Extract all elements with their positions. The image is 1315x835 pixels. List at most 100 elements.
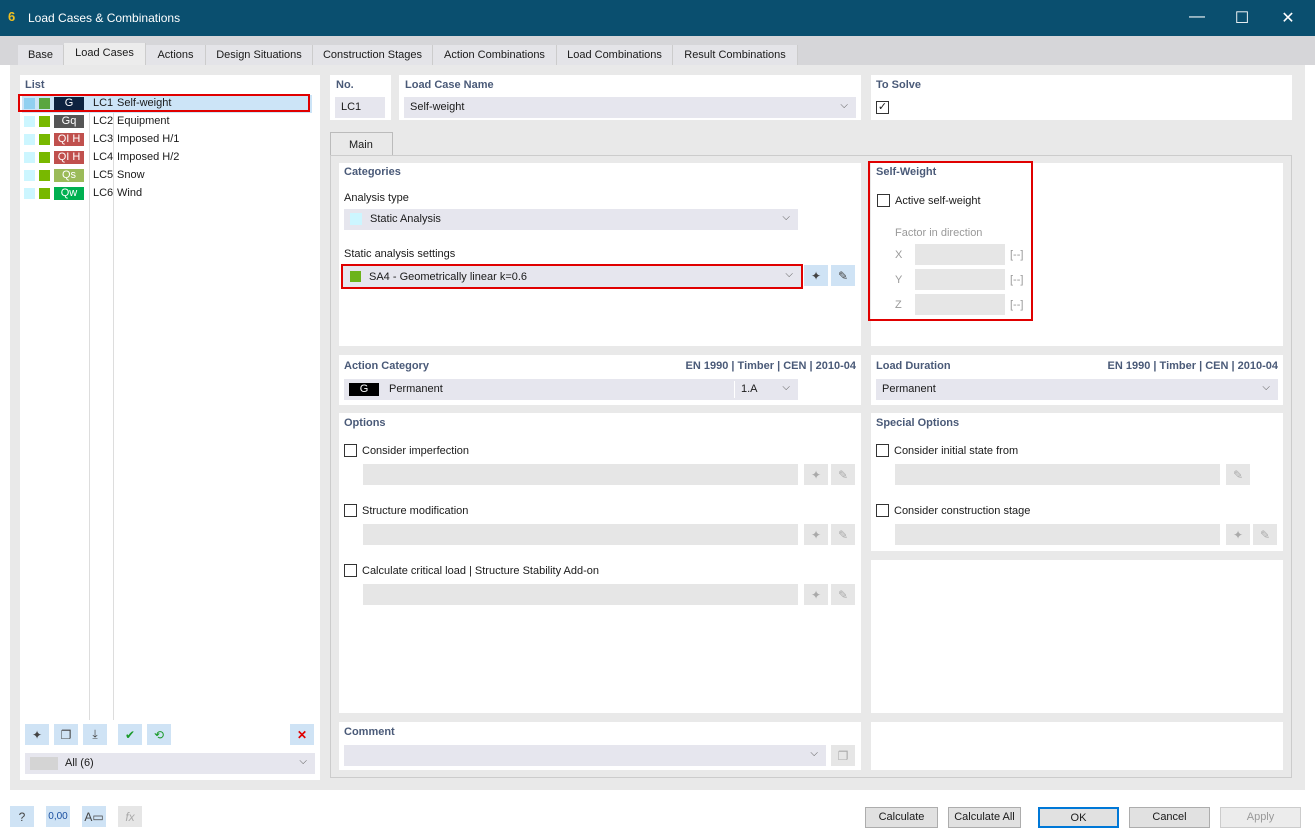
list-item[interactable]: Qw LC6 Wind — [22, 185, 312, 203]
tab-strip: Base Load Cases Actions Design Situation… — [0, 36, 1315, 65]
ok-button[interactable]: OK — [1038, 807, 1119, 828]
chevron-down-icon: ⌵ — [810, 748, 818, 759]
static-settings-label: Static analysis settings — [344, 248, 456, 260]
initial-state-field[interactable] — [895, 464, 1220, 485]
list-filter-dropdown[interactable]: All (6) ⌵ — [25, 753, 315, 774]
list-item[interactable]: QI H LC3 Imposed H/1 — [22, 131, 312, 149]
imperfection-field[interactable] — [363, 464, 798, 485]
construction-stage-field[interactable] — [895, 524, 1220, 545]
factor-z-input[interactable] — [915, 294, 1005, 315]
close-button[interactable]: ✕ — [1273, 8, 1303, 28]
color-swatch — [24, 152, 35, 163]
load-duration-dropdown[interactable]: Permanent ⌵ — [876, 379, 1278, 400]
number-field[interactable]: LC1 — [335, 97, 385, 118]
bottom-toolbar: ? 0,00 A▭ fx — [10, 806, 142, 827]
tab-action-combinations[interactable]: Action Combinations — [433, 45, 557, 65]
action-category-dropdown[interactable]: G Permanent 1.A ⌵ — [344, 379, 798, 400]
delete-icon[interactable]: ✕ — [290, 724, 314, 745]
new-load-case-icon[interactable]: ✦ — [25, 724, 49, 745]
static-settings-dropdown[interactable]: SA4 - Geometrically linear k=0.6 ⌵ — [341, 264, 803, 289]
app-icon: 6 — [8, 9, 16, 24]
calculate-all-button[interactable]: Calculate All — [948, 807, 1021, 828]
edit-stage-icon[interactable]: ✎ — [1253, 524, 1277, 545]
chevron-down-icon: ⌵ — [840, 100, 848, 111]
active-self-weight-checkbox[interactable] — [877, 194, 890, 207]
check-all-icon[interactable]: ✔ — [118, 724, 142, 745]
tab-load-cases[interactable]: Load Cases — [64, 43, 146, 65]
minimize-button[interactable]: — — [1182, 8, 1212, 26]
copy-load-case-icon[interactable]: ❐ — [54, 724, 78, 745]
status-swatch — [39, 134, 50, 145]
factor-z-label: Z — [895, 299, 902, 311]
units-icon[interactable]: 0,00 — [46, 806, 70, 827]
analysis-type-dropdown[interactable]: Static Analysis ⌵ — [344, 209, 798, 230]
tab-design-situations[interactable]: Design Situations — [206, 45, 313, 65]
options-panel: Options Consider imperfection ✦ ✎ Struct… — [339, 413, 861, 713]
new-imperfection-icon[interactable]: ✦ — [804, 464, 828, 485]
list-item[interactable]: Qs LC5 Snow — [22, 167, 312, 185]
formula-icon[interactable]: fx — [118, 806, 142, 827]
categories-title: Categories — [344, 166, 401, 178]
tab-construction-stages[interactable]: Construction Stages — [313, 45, 433, 65]
tab-base[interactable]: Base — [18, 45, 64, 65]
maximize-button[interactable]: ☐ — [1227, 8, 1257, 28]
status-swatch — [39, 170, 50, 181]
color-swatch — [24, 170, 35, 181]
import-icon[interactable]: ⤓ — [83, 724, 107, 745]
chevron-down-icon: ⌵ — [299, 756, 307, 767]
color-swatch — [24, 188, 35, 199]
action-category-title: Action Category — [344, 360, 429, 372]
load-case-name-field[interactable]: Self-weight ⌵ — [404, 97, 856, 118]
self-weight-highlight: Self-Weight Active self-weight Factor in… — [868, 161, 1033, 321]
list-item[interactable]: Gq LC2 Equipment — [22, 113, 312, 131]
tab-main[interactable]: Main — [330, 132, 393, 156]
new-stability-icon[interactable]: ✦ — [804, 584, 828, 605]
critical-load-field[interactable] — [363, 584, 798, 605]
comment-title: Comment — [344, 726, 395, 738]
edit-initial-state-icon[interactable]: ✎ — [1226, 464, 1250, 485]
empty-panel — [871, 560, 1283, 713]
status-swatch — [39, 116, 50, 127]
load-case-id: LC2 — [93, 115, 114, 127]
edit-imperfection-icon[interactable]: ✎ — [831, 464, 855, 485]
apply-button[interactable]: Apply — [1220, 807, 1301, 828]
new-settings-icon[interactable]: ✦ — [804, 265, 828, 286]
display-settings-icon[interactable]: A▭ — [82, 806, 106, 827]
factor-x-unit: [--] — [1010, 249, 1024, 261]
tab-load-combinations[interactable]: Load Combinations — [557, 45, 673, 65]
comment-input[interactable]: ⌵ — [344, 745, 826, 766]
new-modification-icon[interactable]: ✦ — [804, 524, 828, 545]
status-swatch — [39, 188, 50, 199]
toggle-check-icon[interactable]: ⟲ — [147, 724, 171, 745]
name-label: Load Case Name — [405, 79, 494, 91]
list-item[interactable]: QI H LC4 Imposed H/2 — [22, 149, 312, 167]
edit-settings-icon[interactable]: ✎ — [831, 265, 855, 286]
selection-highlight — [18, 94, 310, 112]
to-solve-label: To Solve — [876, 79, 922, 91]
factor-y-input[interactable] — [915, 269, 1005, 290]
critical-load-checkbox[interactable] — [344, 564, 357, 577]
calculate-button[interactable]: Calculate — [865, 807, 938, 828]
tab-result-combinations[interactable]: Result Combinations — [673, 45, 798, 65]
action-category-value: Permanent — [389, 383, 443, 395]
initial-state-checkbox[interactable] — [876, 444, 889, 457]
construction-stage-checkbox[interactable] — [876, 504, 889, 517]
action-badge: Qw — [54, 187, 84, 200]
factor-x-label: X — [895, 249, 903, 261]
comment-library-icon[interactable]: ❐ — [831, 745, 855, 766]
tab-actions[interactable]: Actions — [146, 45, 206, 65]
edit-modification-icon[interactable]: ✎ — [831, 524, 855, 545]
to-solve-checkbox[interactable]: ✓ — [876, 101, 889, 114]
factor-x-input[interactable] — [915, 244, 1005, 265]
imperfection-checkbox[interactable] — [344, 444, 357, 457]
structure-modification-label: Structure modification — [362, 505, 469, 517]
structure-modification-checkbox[interactable] — [344, 504, 357, 517]
options-title: Options — [344, 417, 386, 429]
edit-stability-icon[interactable]: ✎ — [831, 584, 855, 605]
new-stage-icon[interactable]: ✦ — [1226, 524, 1250, 545]
critical-load-label: Calculate critical load | Structure Stab… — [362, 565, 600, 577]
comment-panel: Comment ⌵ ❐ — [339, 722, 861, 770]
help-icon[interactable]: ? — [10, 806, 34, 827]
structure-modification-field[interactable] — [363, 524, 798, 545]
cancel-button[interactable]: Cancel — [1129, 807, 1210, 828]
